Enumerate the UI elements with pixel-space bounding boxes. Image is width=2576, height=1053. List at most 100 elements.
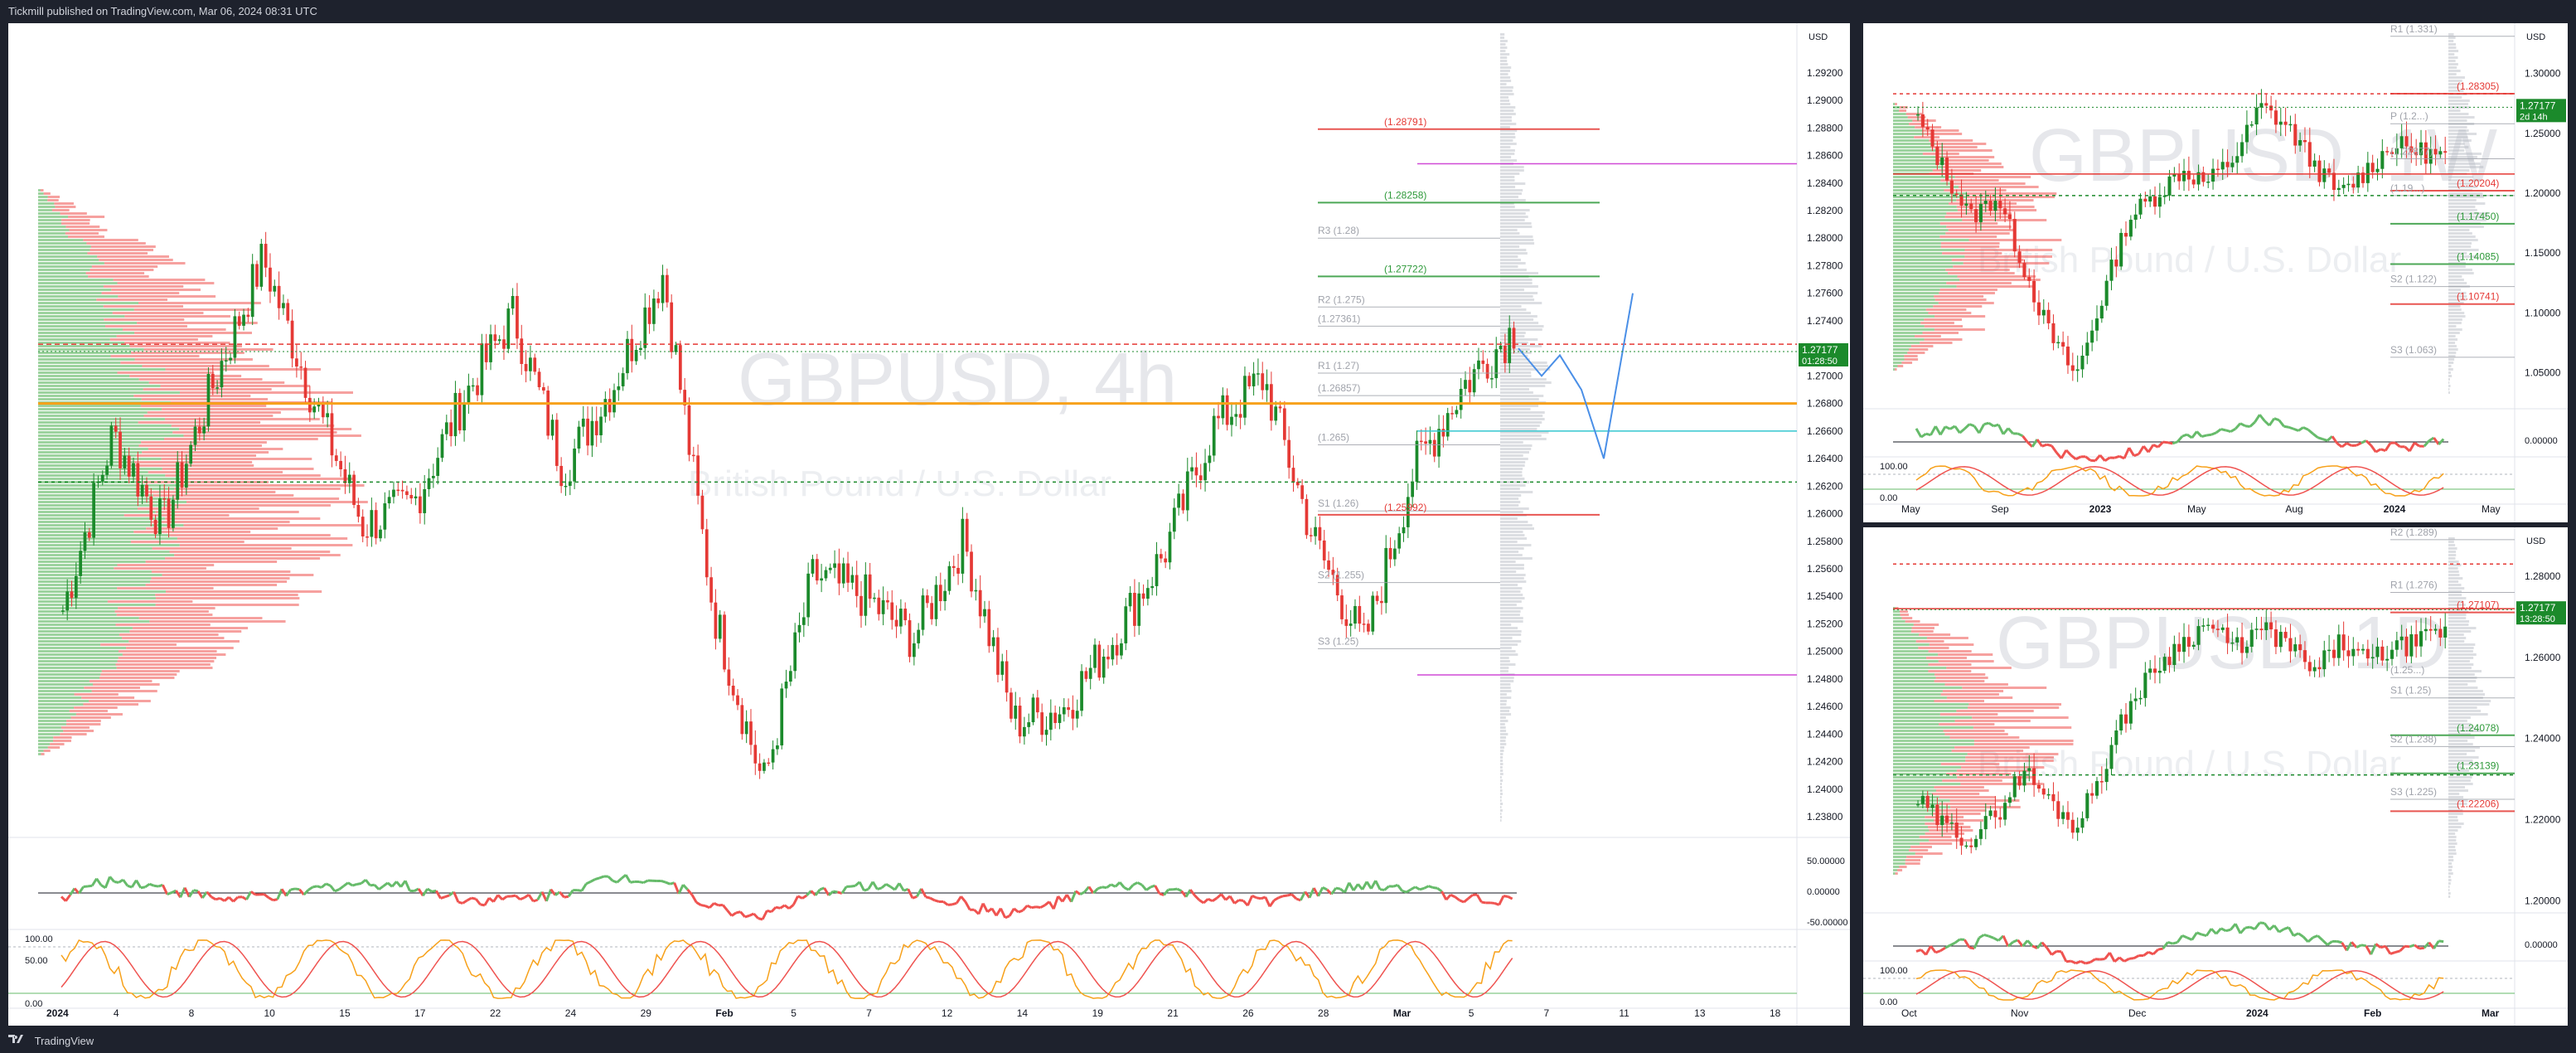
volume-profile-bar	[162, 458, 312, 460]
oscillator-line	[2148, 444, 2153, 452]
session-volume-bar	[2448, 232, 2472, 235]
time-tick-label: May	[2187, 503, 2206, 515]
oscillator-line	[2153, 949, 2158, 954]
candle-body	[167, 498, 171, 527]
volume-profile-bar	[83, 239, 138, 241]
volume-profile-bar	[1893, 362, 1901, 364]
candle-body	[1319, 527, 1322, 541]
candle-body	[1150, 586, 1154, 588]
volume-profile-bar	[126, 647, 234, 649]
level-label: S1 (1.25)	[2390, 685, 2431, 696]
level-label: R3 (1.28)	[1318, 225, 1359, 236]
session-volume-bar	[2448, 577, 2462, 580]
candle-body	[758, 764, 762, 771]
oscillator-line	[935, 900, 939, 902]
session-volume-bar	[1500, 289, 1524, 291]
candle-body	[913, 643, 916, 657]
session-volume-bar	[1500, 408, 1531, 410]
session-volume-bar	[1500, 713, 1511, 716]
candle-body	[65, 591, 69, 610]
volume-profile-bar	[104, 305, 183, 308]
candle-body	[2138, 199, 2142, 215]
candle-body	[2409, 634, 2413, 657]
volume-profile-bar	[185, 484, 364, 487]
session-volume-bar	[2448, 63, 2458, 66]
session-volume-bar	[2448, 633, 2464, 636]
time-tick-label: 14	[1017, 1007, 1029, 1019]
candle-body	[255, 264, 259, 286]
chart-1d-panel[interactable]: GBPUSD, 1DBritish Pound / U.S. DollarUSD…	[1863, 527, 2568, 1026]
session-volume-bar	[1500, 527, 1534, 530]
candle-body	[1252, 374, 1256, 386]
time-tick-label: 22	[490, 1007, 501, 1019]
volume-profile-bar	[1893, 209, 1958, 211]
session-volume-bar	[1500, 604, 1517, 606]
volume-profile-bar	[123, 653, 226, 656]
oscillator-line	[1190, 890, 1194, 895]
oscillator-line	[772, 907, 776, 912]
candle-body	[850, 575, 854, 583]
session-volume-bar	[2448, 378, 2450, 381]
volume-profile-bar	[1893, 103, 1895, 105]
session-volume-bar	[2448, 687, 2477, 689]
candle-body	[2288, 638, 2292, 652]
candle-body	[516, 296, 519, 338]
volume-profile-bar	[1893, 308, 1926, 311]
subtitle-watermark: British Pound / U.S. Dollar	[688, 463, 1111, 504]
session-volume-bar	[1500, 687, 1511, 689]
candle-body	[1226, 395, 1229, 425]
candle-body	[2284, 632, 2288, 638]
oscillator-line	[1984, 423, 1989, 424]
candle-body	[882, 600, 885, 614]
candle-body	[162, 498, 166, 500]
candle-body	[776, 745, 779, 750]
oscillator-line	[555, 892, 559, 895]
oscillator-line	[1979, 425, 1984, 434]
session-volume-bar	[1500, 438, 1547, 440]
candle-body	[136, 463, 139, 497]
volume-profile-bar	[38, 255, 97, 258]
candle-body	[1998, 201, 2002, 208]
oscillator-line	[1499, 896, 1503, 905]
volume-profile-bar	[38, 226, 65, 228]
volume-profile-bar	[142, 365, 269, 367]
volume-profile-bar	[38, 700, 89, 702]
candle-body	[591, 421, 594, 446]
oscillator-line	[308, 887, 312, 890]
candle-body	[696, 455, 700, 496]
candle-body	[2303, 650, 2307, 662]
candle-body	[917, 630, 920, 643]
oscillator-line	[278, 889, 282, 899]
volume-profile-bar	[1893, 657, 1926, 659]
volume-profile-bar	[38, 222, 61, 225]
oscillator-line	[2167, 942, 2172, 944]
candle-body	[661, 275, 665, 303]
session-volume-bar	[2448, 272, 2474, 274]
volume-profile-bar	[139, 378, 263, 381]
candle-body	[304, 368, 307, 398]
session-volume-bar	[1500, 554, 1523, 556]
currency-label: USD	[2526, 536, 2545, 546]
candle-body	[2090, 793, 2094, 796]
oscillator-line	[1477, 895, 1481, 902]
session-volume-bar	[1500, 381, 1552, 384]
session-volume-bar	[2448, 673, 2475, 676]
candle-body	[1393, 549, 1397, 560]
candle-body	[132, 463, 135, 477]
volume-profile-bar	[38, 753, 41, 755]
candle-body	[2211, 625, 2215, 629]
candle-body	[2008, 798, 2012, 803]
candle-body	[2163, 657, 2167, 671]
candle-body	[1247, 376, 1251, 386]
chart-4h-panel[interactable]: GBPUSD, 4hBritish Pound / U.S. DollarUSD…	[8, 23, 1850, 1026]
symbol-watermark: GBPUSD, 1D	[1996, 602, 2448, 685]
candle-body	[1513, 328, 1516, 348]
oscillator-line	[1234, 900, 1238, 904]
candle-body	[1974, 839, 1978, 847]
oscillator-line	[679, 885, 683, 894]
candle-body	[546, 391, 550, 435]
oscillator-line	[2182, 935, 2187, 937]
volume-profile-bar	[1893, 318, 1924, 321]
volume-profile-bar	[38, 335, 117, 337]
chart-1w-panel[interactable]: GBPUSD, 1WBritish Pound / U.S. DollarUSD…	[1863, 23, 2568, 522]
